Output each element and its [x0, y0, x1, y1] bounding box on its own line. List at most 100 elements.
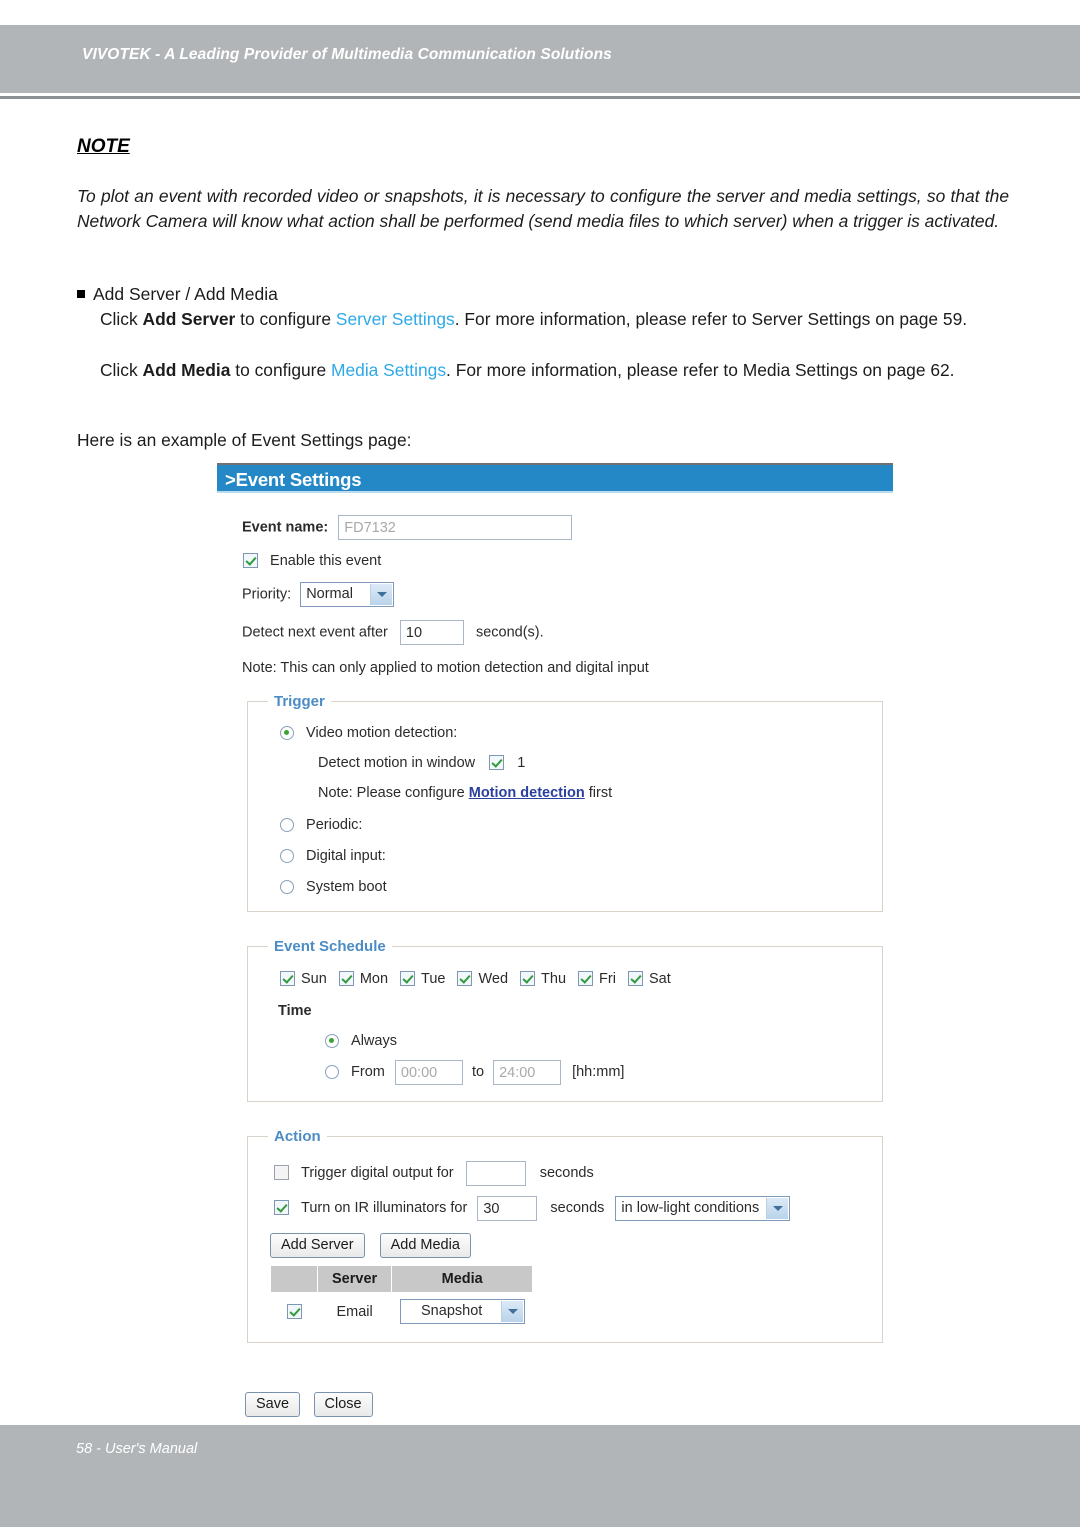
save-button[interactable]: Save [245, 1392, 301, 1417]
detect-motion-window-number: 1 [517, 755, 526, 771]
para1-mid: to configure [235, 309, 336, 329]
day-fri[interactable]: Fri [578, 971, 628, 987]
from-time-input[interactable] [394, 1060, 463, 1085]
enable-event-checkbox[interactable] [243, 553, 258, 568]
row-media-cell: Snapshot [392, 1293, 533, 1327]
day-wed-checkbox[interactable] [457, 971, 473, 986]
schedule-days-row: Sun Mon Tue Wed Thu Fri Sat [280, 971, 882, 987]
trigger-legend: Trigger [274, 693, 325, 710]
action-legend: Action [274, 1128, 321, 1145]
chevron-down-icon [500, 1301, 523, 1322]
time-format-hint: [hh:mm] [572, 1064, 625, 1081]
priority-label: Priority: [242, 586, 292, 603]
digital-output-seconds-input[interactable] [465, 1161, 526, 1186]
page-header-title: VIVOTEK - A Leading Provider of Multimed… [82, 46, 612, 63]
motion-detection-note: Note: Please configure Motion detection … [318, 785, 882, 801]
day-thu-checkbox[interactable] [520, 971, 536, 986]
digital-output-label: Trigger digital output for [301, 1165, 454, 1182]
email-row-checkbox[interactable] [286, 1303, 302, 1319]
detect-motion-window-row: Detect motion in window 1 [318, 755, 882, 771]
schedule-always-row[interactable]: Always [325, 1033, 882, 1049]
add-buttons-row: Add Server Add Media [270, 1233, 882, 1258]
add-server-button[interactable]: Add Server [270, 1233, 365, 1258]
enable-event-row[interactable]: Enable this event [243, 553, 893, 569]
close-button[interactable]: Close [313, 1392, 373, 1417]
day-tue[interactable]: Tue [400, 971, 457, 987]
video-motion-label: Video motion detection: [306, 725, 458, 741]
trigger-option-system-boot[interactable]: System boot [280, 879, 882, 895]
digital-input-label: Digital input: [306, 848, 386, 864]
enable-event-label: Enable this event [270, 553, 382, 569]
day-tue-label: Tue [421, 971, 446, 987]
event-settings-title: >Event Settings [225, 469, 362, 490]
ir-condition-selected-value: in low-light conditions [621, 1200, 760, 1216]
day-tue-checkbox[interactable] [400, 971, 416, 986]
ir-condition-select[interactable]: in low-light conditions [615, 1196, 791, 1221]
row-checkbox-cell[interactable] [271, 1293, 318, 1327]
chevron-down-icon [370, 584, 393, 605]
event-settings-panel: >Event Settings Event name: Enable this … [217, 463, 893, 1343]
digital-output-checkbox[interactable] [274, 1165, 289, 1181]
from-label: From [351, 1064, 385, 1081]
day-mon-checkbox[interactable] [338, 971, 354, 986]
day-thu-label: Thu [541, 971, 567, 987]
trigger-option-video-motion[interactable]: Video motion detection: [280, 725, 882, 741]
day-wed[interactable]: Wed [457, 971, 520, 987]
table-header-blank [270, 1265, 318, 1293]
ir-illuminators-checkbox[interactable] [274, 1200, 289, 1216]
always-label: Always [351, 1033, 397, 1049]
para2-bold-add-media: Add Media [142, 360, 231, 380]
day-sat-label: Sat [648, 971, 671, 987]
day-sun-checkbox[interactable] [280, 971, 295, 986]
detect-next-label: Detect next event after [242, 624, 388, 641]
detect-next-suffix: second(s). [475, 624, 544, 641]
event-schedule-legend: Event Schedule [274, 938, 386, 955]
digital-input-radio[interactable] [280, 849, 294, 863]
event-name-input[interactable] [338, 515, 573, 540]
day-mon-label: Mon [359, 971, 389, 987]
para2-post: . For more information, please refer to … [446, 360, 955, 380]
server-settings-link[interactable]: Server Settings [336, 309, 455, 329]
from-radio[interactable] [325, 1065, 339, 1080]
para1-pre: Click [100, 309, 143, 329]
action-fieldset: Action Trigger digital output for second… [247, 1128, 883, 1343]
detect-note-text: Note: This can only applied to motion de… [242, 660, 649, 676]
day-fri-label: Fri [599, 971, 616, 987]
day-mon[interactable]: Mon [338, 971, 400, 987]
media-select[interactable]: Snapshot [399, 1299, 525, 1324]
priority-select[interactable]: Normal [300, 582, 395, 607]
table-header-media: Media [391, 1265, 534, 1293]
media-settings-link[interactable]: Media Settings [331, 360, 446, 380]
para2-mid: to configure [230, 360, 331, 380]
always-radio[interactable] [325, 1034, 339, 1048]
media-selected-value: Snapshot [421, 1303, 483, 1319]
periodic-radio[interactable] [280, 818, 294, 832]
add-media-paragraph: Click Add Media to configure Media Setti… [100, 358, 1008, 384]
ir-illuminators-row: Turn on IR illuminators for seconds in l… [274, 1196, 882, 1221]
detect-motion-window-checkbox[interactable] [489, 755, 505, 770]
day-fri-checkbox[interactable] [578, 971, 594, 986]
trigger-option-periodic[interactable]: Periodic: [280, 817, 882, 833]
system-boot-radio[interactable] [280, 880, 294, 894]
chevron-down-icon [766, 1198, 789, 1219]
day-thu[interactable]: Thu [520, 971, 578, 987]
page-footer-text: 58 - User's Manual [76, 1441, 198, 1457]
event-name-row: Event name: [242, 515, 893, 540]
table-row: Email Snapshot [271, 1293, 533, 1327]
ir-illuminators-label: Turn on IR illuminators for [301, 1200, 468, 1217]
add-media-button[interactable]: Add Media [379, 1233, 471, 1258]
to-time-input[interactable] [493, 1060, 562, 1085]
day-wed-label: Wed [478, 971, 509, 987]
schedule-from-to-row: From to [hh:mm] [325, 1060, 882, 1085]
motion-detection-link[interactable]: Motion detection [469, 785, 585, 801]
row-server-cell: Email [336, 1303, 373, 1320]
detect-next-input[interactable] [399, 620, 464, 645]
day-sat-checkbox[interactable] [627, 971, 643, 986]
ir-seconds-input[interactable] [477, 1196, 538, 1221]
page-footer-bar: 58 - User's Manual [0, 1425, 1080, 1527]
day-sun[interactable]: Sun [280, 971, 339, 987]
trigger-option-digital-input[interactable]: Digital input: [280, 848, 882, 864]
video-motion-radio[interactable] [280, 726, 294, 740]
para1-post: . For more information, please refer to … [454, 309, 968, 329]
day-sat[interactable]: Sat [627, 971, 671, 987]
